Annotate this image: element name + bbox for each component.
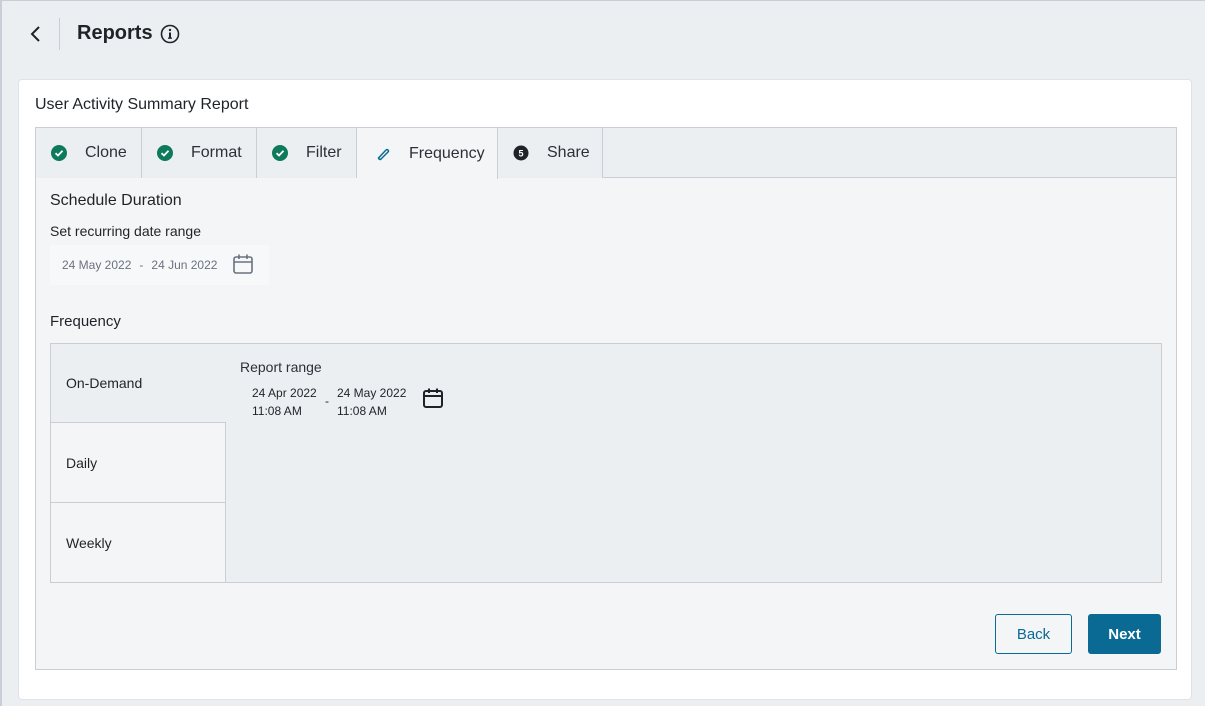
start-date: 24 May 2022 — [62, 258, 132, 272]
check-circle-icon — [272, 145, 288, 161]
schedule-duration-heading: Schedule Duration — [50, 192, 182, 209]
recurring-date-range-picker[interactable]: 24 May 2022 - 24 Jun 2022 — [50, 245, 269, 285]
range-separator: - — [325, 394, 329, 408]
step-number-icon: 5 — [513, 145, 529, 161]
frequency-option-daily[interactable]: Daily — [51, 422, 226, 502]
frequency-panel: On-Demand Daily Weekly Report range 24 A… — [50, 343, 1162, 583]
check-circle-icon — [51, 145, 67, 161]
report-card: User Activity Summary Report Clone Forma… — [18, 79, 1192, 700]
header-divider — [59, 18, 60, 50]
date-range-label: Set recurring date range — [50, 223, 201, 239]
from-time: 11:08 AM — [252, 404, 302, 418]
svg-text:5: 5 — [518, 148, 523, 158]
next-button[interactable]: Next — [1088, 614, 1161, 654]
to-date: 24 May 2022 — [337, 386, 407, 400]
end-date: 24 Jun 2022 — [151, 258, 218, 272]
back-button[interactable]: Back — [995, 614, 1072, 654]
back-navigation-button[interactable] — [24, 23, 46, 45]
info-circle-icon[interactable] — [160, 24, 180, 44]
tab-label: Format — [191, 144, 242, 161]
frequency-options: On-Demand Daily Weekly — [51, 344, 226, 582]
frequency-heading: Frequency — [50, 313, 121, 330]
tab-share[interactable]: 5 Share — [498, 128, 603, 178]
page-title: Reports — [77, 22, 153, 44]
frequency-option-weekly[interactable]: Weekly — [51, 502, 226, 582]
tab-label: Share — [547, 144, 590, 161]
date-separator: - — [139, 258, 144, 272]
calendar-icon[interactable] — [232, 253, 254, 278]
chevron-left-icon — [30, 26, 40, 42]
check-circle-icon — [157, 145, 173, 161]
tab-frequency[interactable]: Frequency — [357, 128, 498, 179]
report-title: User Activity Summary Report — [35, 96, 249, 113]
report-wizard: Clone Format Filter Frequency 5 Share Sc… — [35, 127, 1177, 670]
tab-label: Frequency — [409, 144, 485, 162]
calendar-icon[interactable] — [422, 387, 444, 414]
report-range-label: Report range — [240, 359, 322, 375]
tab-label: Clone — [85, 144, 127, 161]
tab-clone[interactable]: Clone — [36, 128, 142, 178]
page-header: Reports — [2, 1, 1205, 71]
report-range-to[interactable]: 24 May 2022 11:08 AM — [337, 384, 406, 420]
frequency-option-on-demand[interactable]: On-Demand — [51, 344, 226, 422]
wizard-tabs: Clone Format Filter Frequency 5 Share — [36, 128, 1176, 179]
from-date: 24 Apr 2022 — [252, 386, 317, 400]
report-range-from[interactable]: 24 Apr 2022 11:08 AM — [252, 384, 317, 420]
tab-label: Filter — [306, 144, 342, 161]
pencil-icon — [375, 146, 391, 162]
tab-filter[interactable]: Filter — [257, 128, 357, 178]
to-time: 11:08 AM — [337, 404, 387, 418]
tab-format[interactable]: Format — [142, 128, 257, 178]
